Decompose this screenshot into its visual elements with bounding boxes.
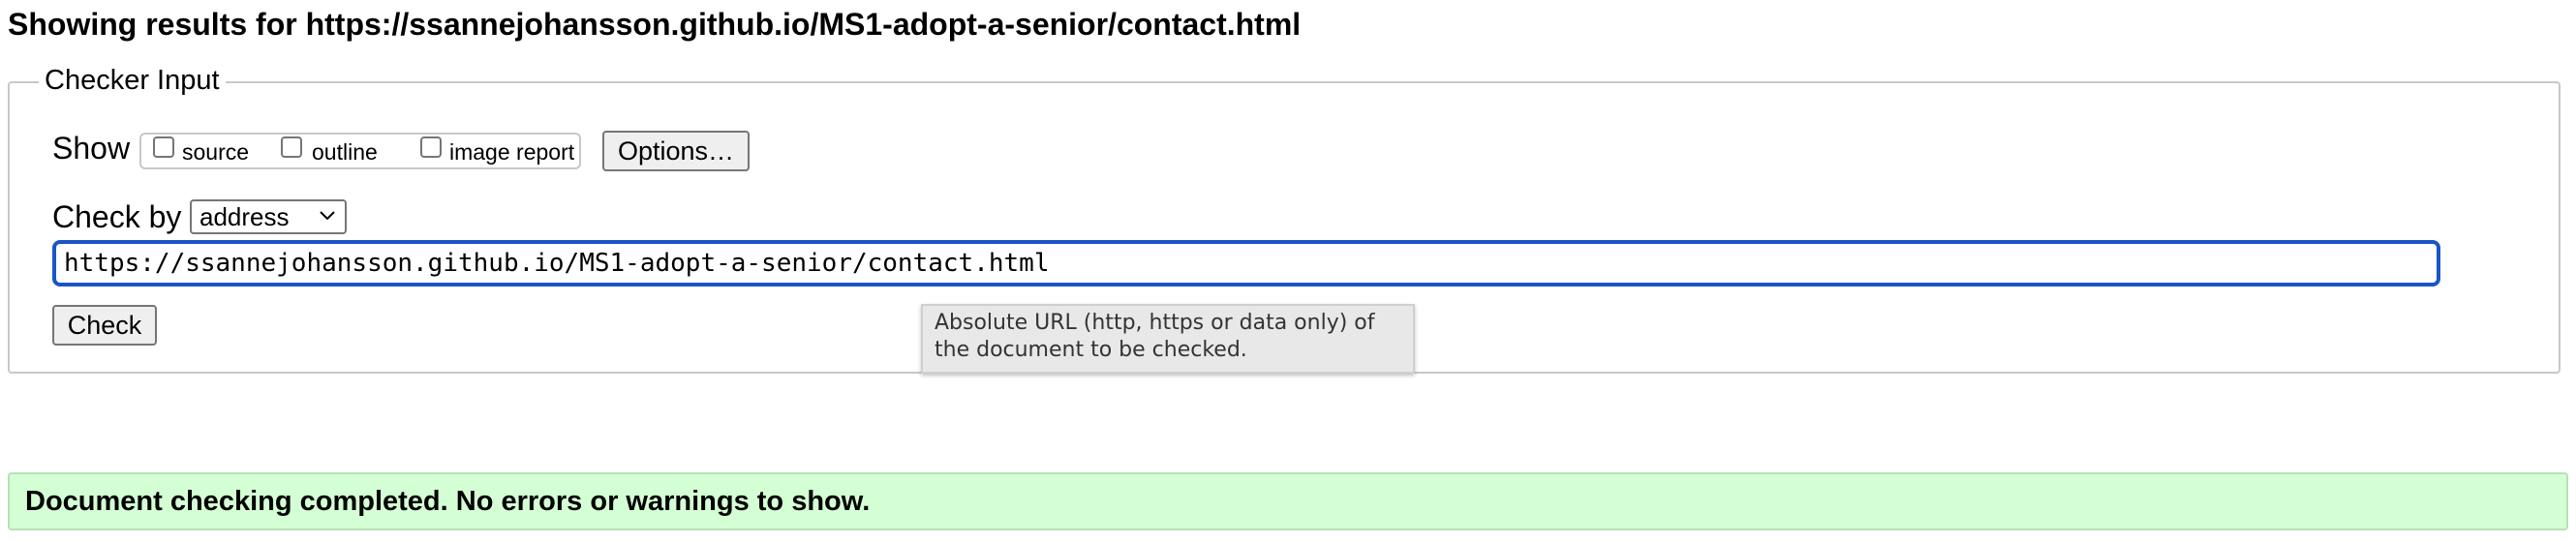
image-report-checkbox-label[interactable]: image report [449,138,574,166]
status-message: Document checking completed. No errors o… [8,472,2568,530]
outline-checkbox-label[interactable]: outline [312,138,378,166]
url-tooltip: Absolute URL (http, https or data only) … [921,304,1415,374]
checker-input-legend: Checker Input [39,64,226,97]
source-checkbox-label[interactable]: source [182,138,249,166]
outline-checkbox[interactable] [281,136,302,158]
url-input[interactable]: https://ssannejohansson.github.io/MS1-ad… [52,240,2440,287]
source-checkbox[interactable] [153,136,174,158]
options-button[interactable]: Options… [602,131,750,171]
check-button[interactable]: Check [52,305,157,346]
check-by-selected-value: address [199,202,290,231]
image-report-checkbox[interactable] [420,136,442,158]
chevron-down-icon [320,211,335,221]
page-title: Showing results for https://ssannejohans… [8,7,1302,42]
show-label: Show [52,131,131,166]
validator-page: Showing results for https://ssannejohans… [0,0,2576,543]
check-by-select[interactable]: address [190,199,347,234]
check-by-label: Check by [52,199,182,234]
